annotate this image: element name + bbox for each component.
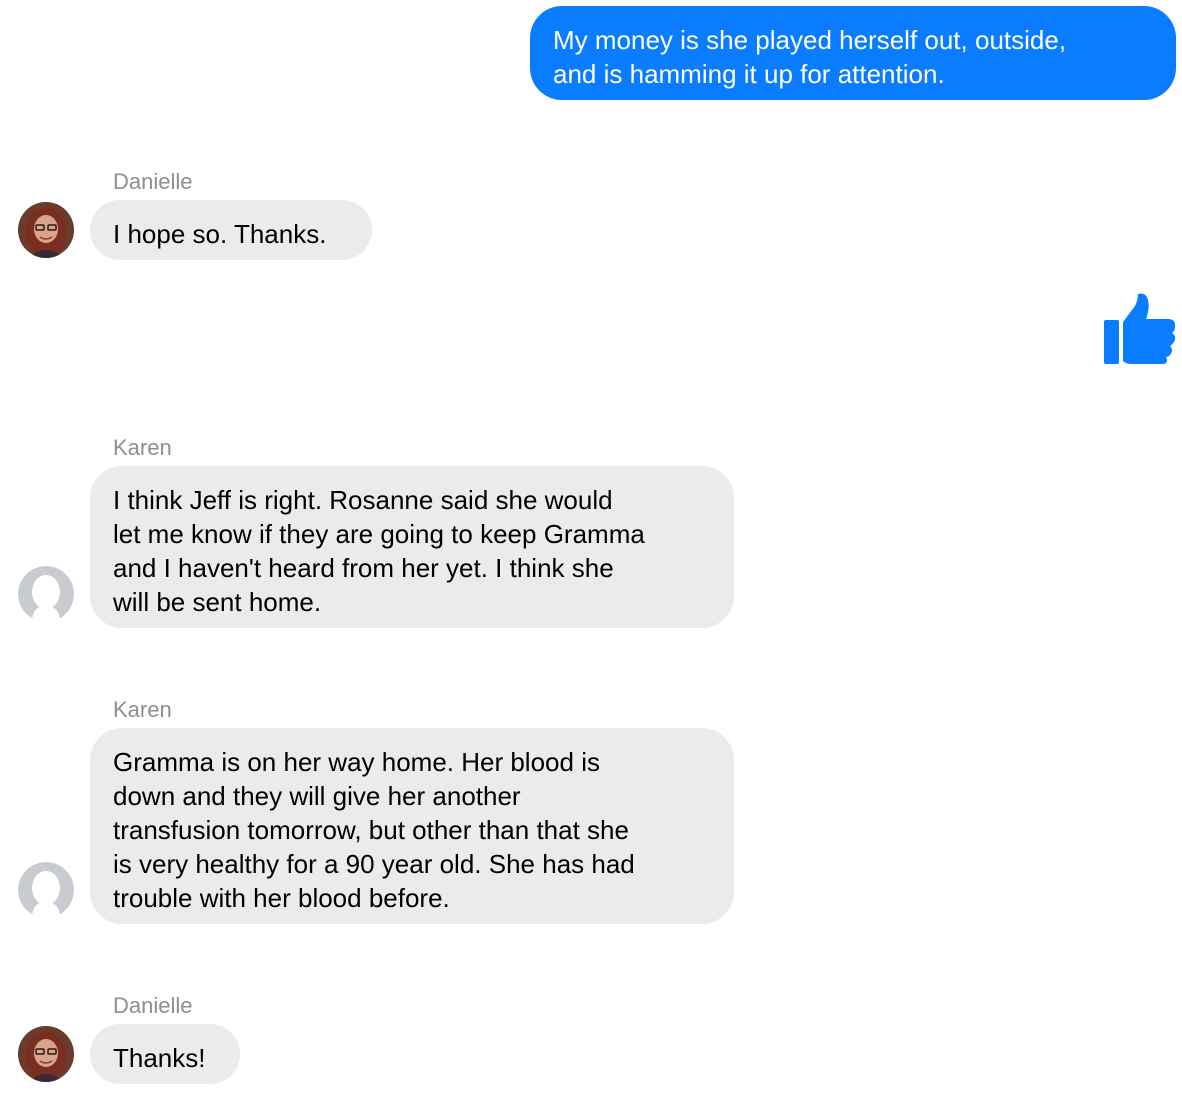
sender-name: Danielle (113, 993, 193, 1018)
danielle-avatar[interactable] (18, 202, 74, 258)
outgoing-message-bubble[interactable]: My money is she played herself out, outs… (530, 6, 1176, 100)
photo-avatar (18, 1026, 74, 1082)
thumbs-up-icon[interactable] (1102, 292, 1178, 368)
sender-name: Danielle (113, 169, 193, 194)
default-avatar-icon (18, 862, 74, 918)
incoming-message-bubble[interactable]: Thanks! (90, 1024, 240, 1084)
incoming-message-bubble[interactable]: I hope so. Thanks. (90, 200, 372, 260)
default-avatar-icon (18, 566, 74, 622)
sender-name: Karen (113, 697, 172, 722)
danielle-avatar[interactable] (18, 1026, 74, 1082)
karen-avatar[interactable] (18, 862, 74, 918)
sender-name: Karen (113, 435, 172, 460)
photo-avatar (18, 202, 74, 258)
karen-avatar[interactable] (18, 566, 74, 622)
incoming-message-bubble[interactable]: Gramma is on her way home. Her blood is … (90, 728, 734, 924)
incoming-message-bubble[interactable]: I think Jeff is right. Rosanne said she … (90, 466, 734, 628)
